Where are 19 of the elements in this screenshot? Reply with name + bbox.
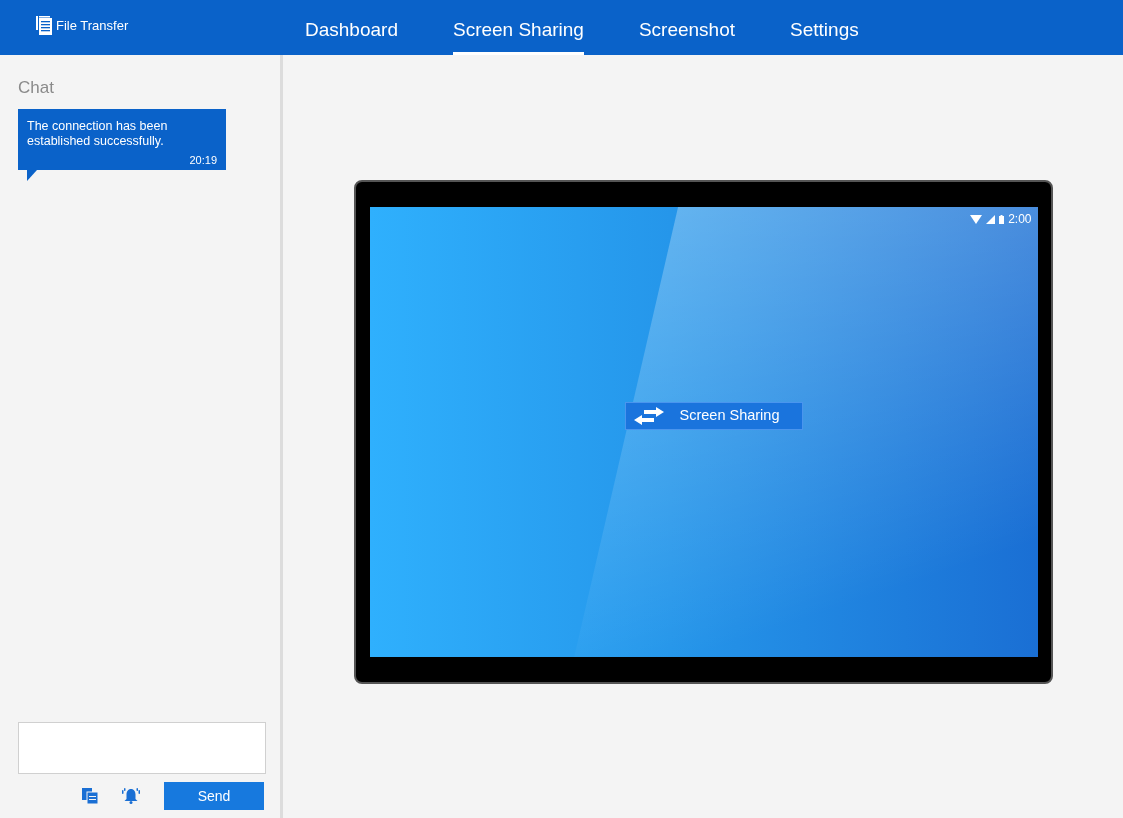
copy-icon[interactable] xyxy=(82,788,98,804)
nav-tab[interactable]: Screenshot xyxy=(638,1,736,55)
signal-icon xyxy=(986,214,996,224)
bell-icon[interactable] xyxy=(122,788,140,804)
app-title: File Transfer xyxy=(56,17,129,35)
nav-tab[interactable]: Settings xyxy=(790,1,859,55)
battery-icon xyxy=(999,214,1005,224)
message-input[interactable] xyxy=(18,722,266,774)
swap-arrows-icon xyxy=(633,407,664,425)
nav-tab[interactable]: Screen Sharing xyxy=(452,1,584,55)
nav-tab[interactable]: Dashboard xyxy=(305,1,398,55)
wifi-icon xyxy=(970,214,983,224)
send-button[interactable]: Send xyxy=(164,782,264,810)
screen-sharing-button[interactable]: Screen Sharing xyxy=(624,402,803,430)
message-time: 20:19 xyxy=(188,152,217,168)
chat-title: Chat xyxy=(18,77,55,99)
message-text: The connection has been established successfully. xyxy=(27,118,169,149)
status-time: 2:00 xyxy=(1008,211,1032,228)
document-icon xyxy=(36,16,52,36)
